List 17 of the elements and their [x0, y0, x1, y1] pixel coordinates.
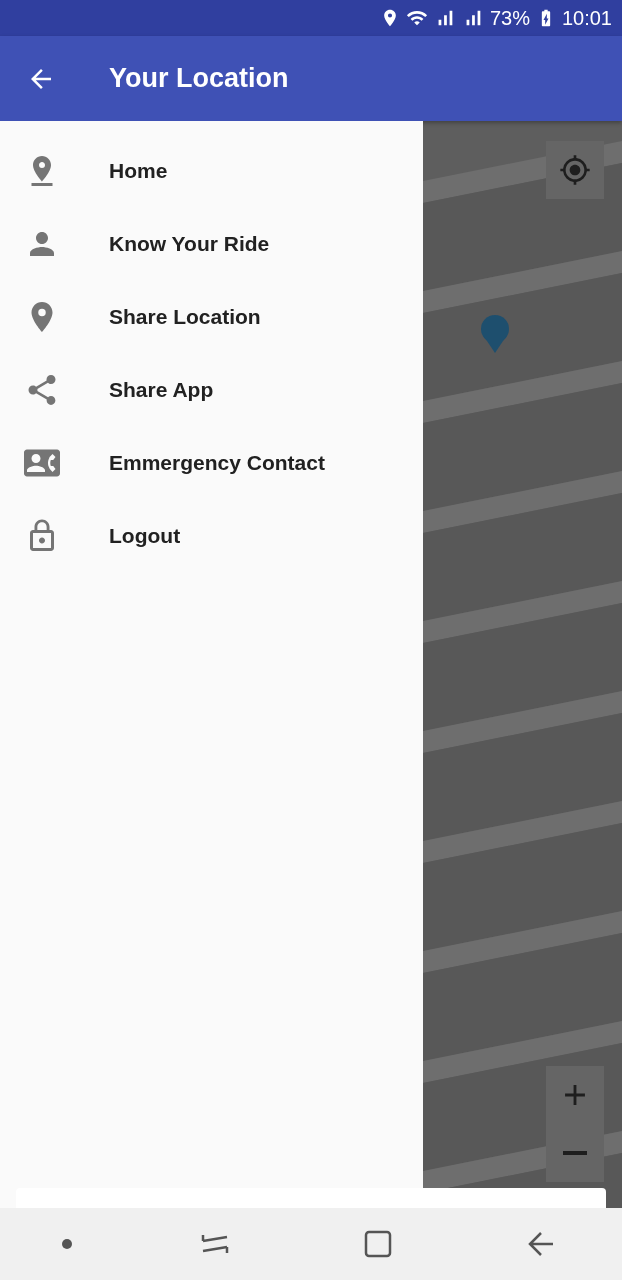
drawer-item[interactable]: Emmergency Contact	[109, 450, 325, 475]
square-icon	[363, 1230, 392, 1258]
app-bar-title: Your Location	[109, 63, 289, 94]
clock-time: 10:01	[561, 6, 612, 30]
drawer-item[interactable]: Logout	[109, 523, 181, 548]
dot-icon	[61, 1239, 72, 1249]
my-location-button[interactable]	[546, 141, 604, 199]
drawer-item[interactable]: Share Location	[109, 304, 261, 329]
back-arrow-icon	[526, 1231, 555, 1257]
drawer-item[interactable]: Know Your Ride	[109, 231, 270, 256]
minus-icon	[563, 1151, 587, 1155]
crosshair-icon	[559, 154, 591, 186]
drawer-item[interactable]: Home	[109, 158, 168, 183]
zoom-in-button[interactable]	[546, 1066, 604, 1124]
zoom-out-button[interactable]	[546, 1124, 604, 1182]
drawer-item[interactable]: Share App	[109, 377, 214, 402]
battery-percent: 73%	[489, 6, 530, 30]
